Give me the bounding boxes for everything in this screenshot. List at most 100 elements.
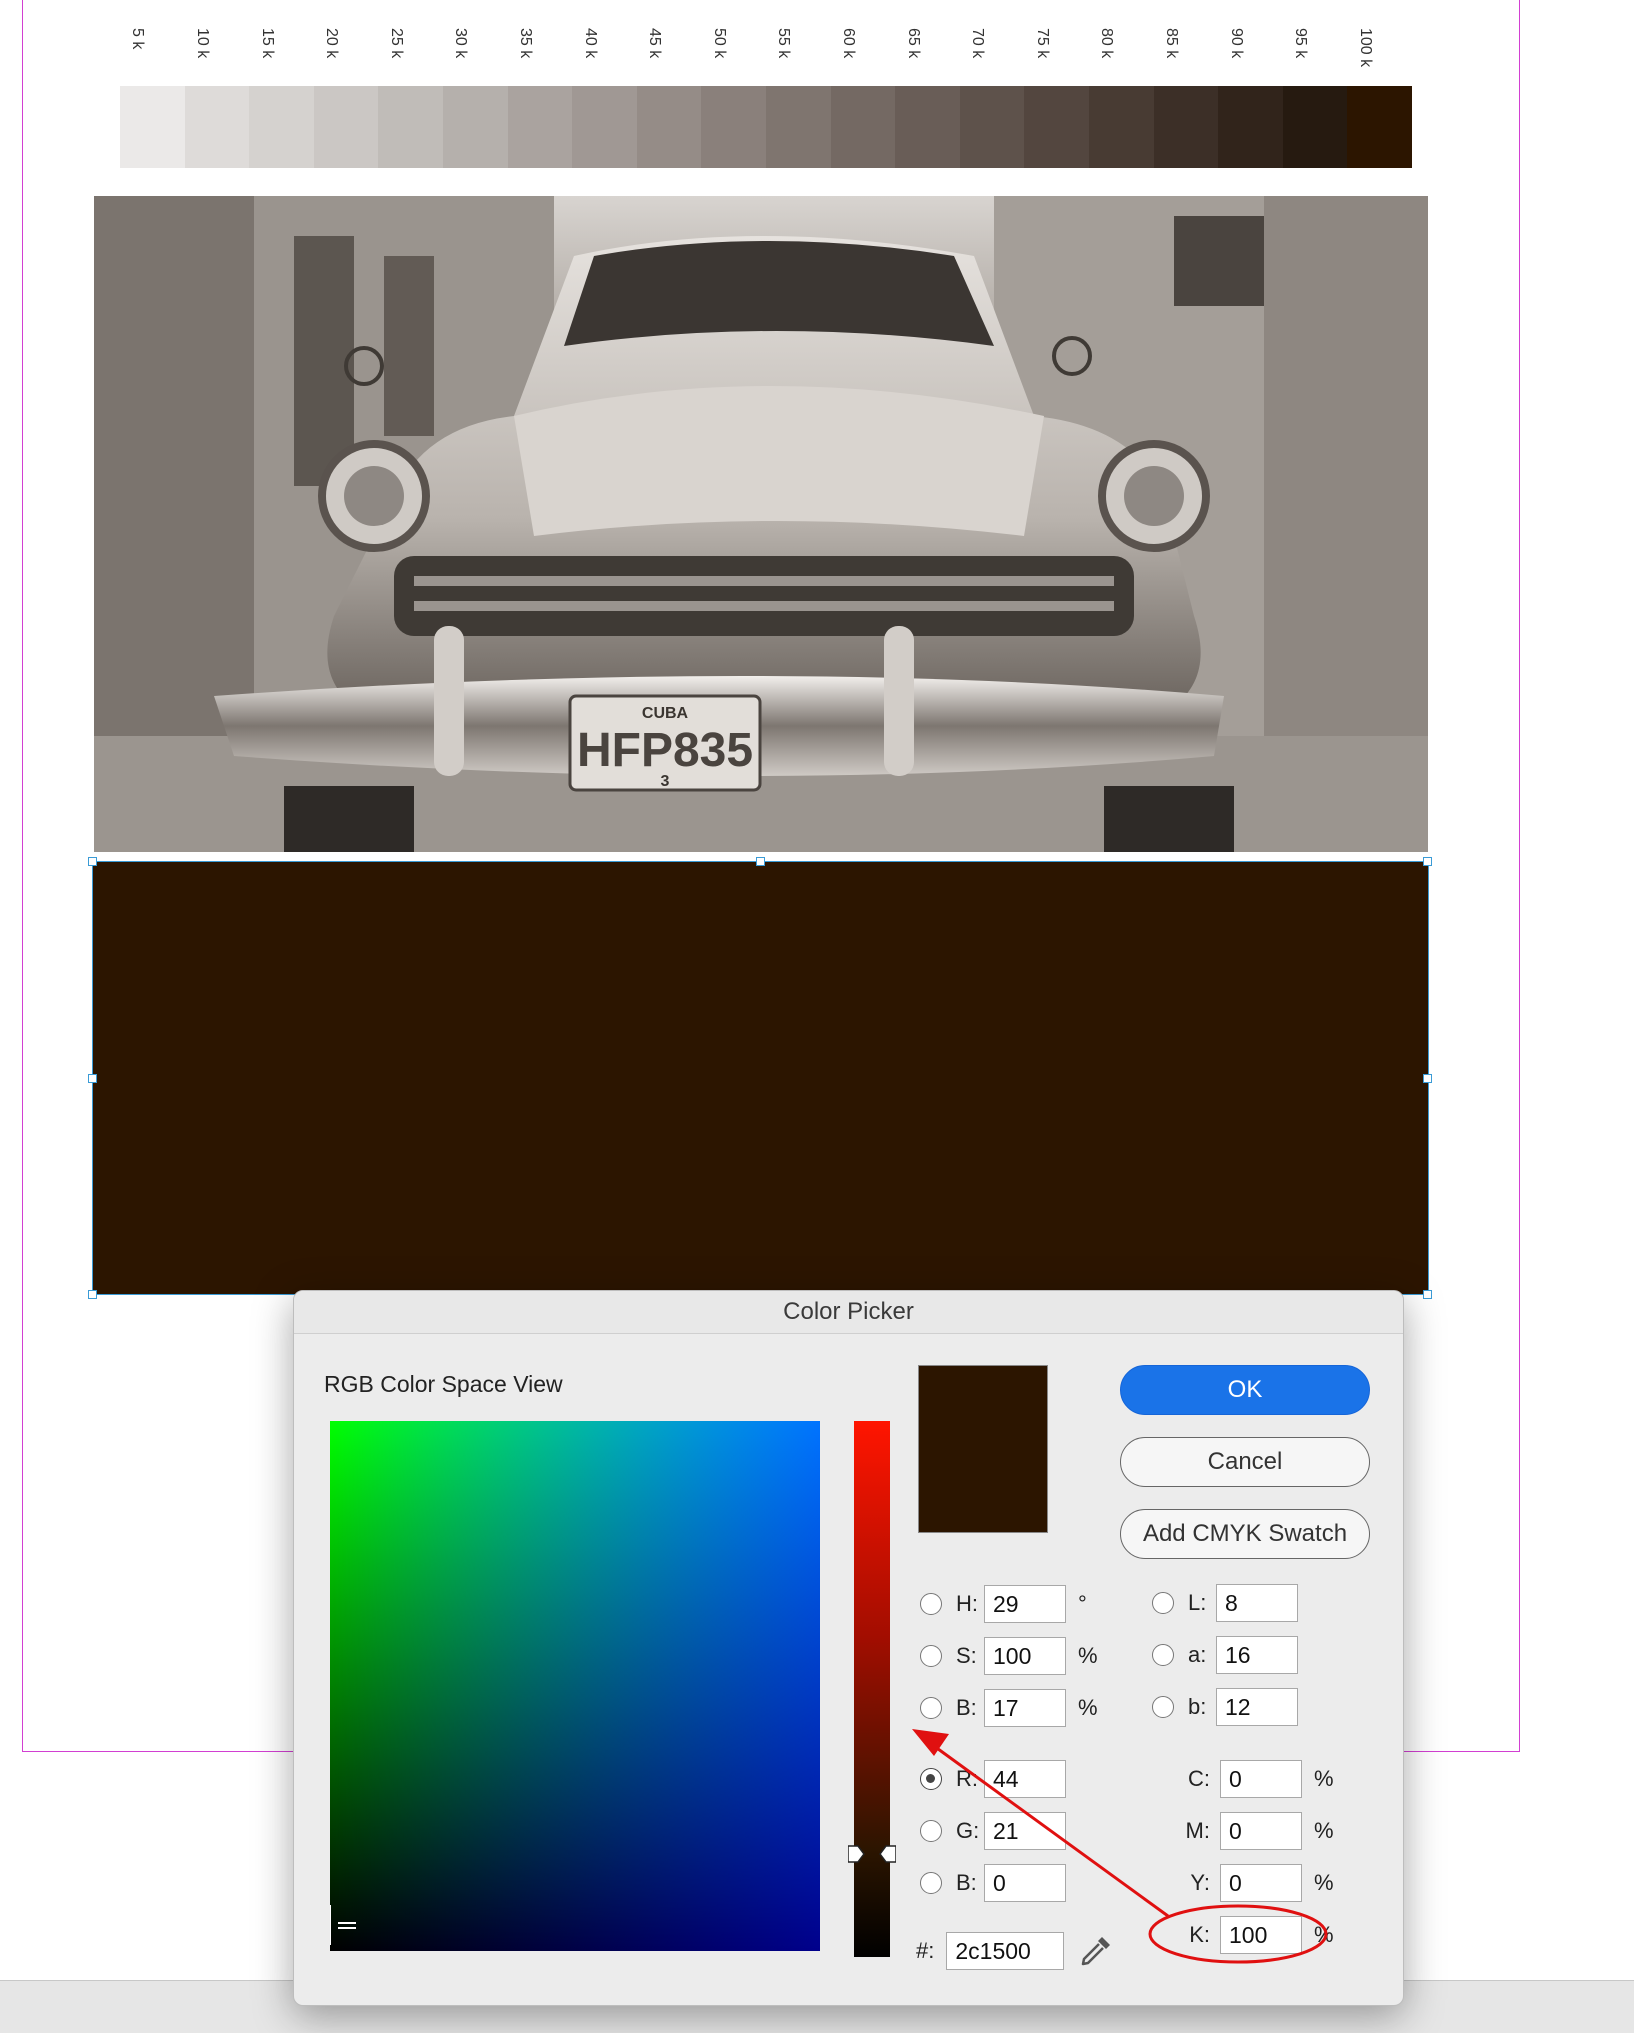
saturation-radio[interactable] [920,1645,942,1667]
saturation-field[interactable] [984,1637,1066,1675]
dialog-titlebar[interactable]: Color Picker [294,1291,1403,1334]
tone-ramp-label: 70 k [960,28,1024,88]
hue-unit: ° [1078,1591,1087,1616]
magenta-unit: % [1314,1818,1334,1843]
lab-a-field[interactable] [1216,1636,1298,1674]
selection-handle-top-center[interactable] [756,857,765,866]
tone-ramp-swatch [1218,86,1283,168]
blue-radio[interactable] [920,1872,942,1894]
selection-handle-middle-right[interactable] [1423,1074,1432,1083]
lab-l-field[interactable] [1216,1584,1298,1622]
tone-ramp-label: 50 k [702,28,766,88]
plate-number-text: HFP835 [577,724,753,777]
tone-ramp-label-text: 95 k [1292,28,1310,59]
red-field[interactable] [984,1760,1066,1798]
dialog-title: Color Picker [783,1298,914,1325]
slider-marker[interactable] [848,1844,896,1864]
tone-ramp-label: 30 k [443,28,507,88]
yellow-field[interactable] [1220,1864,1302,1902]
tone-ramp-swatch [636,86,702,168]
tone-ramp-swatch [507,86,573,168]
lab-b-row: b: [1152,1687,1298,1727]
lab-l-row: L: [1152,1583,1298,1623]
color-preview-swatch [918,1365,1048,1533]
tone-ramp-label: 45 k [637,28,701,88]
tone-ramp-swatch [572,86,637,168]
car-photo[interactable]: CUBA HFP835 3 [94,196,1428,852]
brightness-radio[interactable] [920,1697,942,1719]
eyedropper-icon[interactable] [1078,1933,1114,1969]
hex-label: #: [916,1938,935,1963]
green-field[interactable] [984,1812,1066,1850]
tone-ramp-label-text: 40 k [581,28,599,59]
magenta-row: M: % [1172,1811,1334,1851]
green-radio[interactable] [920,1820,942,1842]
tone-ramp-label: 20 k [314,28,378,88]
selection-handle-bottom-right[interactable] [1423,1290,1432,1299]
color-picker-dialog: Color Picker RGB Color Space View OK Can… [293,1290,1404,2006]
lab-b-label: b: [1188,1694,1207,1719]
blue-row: B: [920,1863,1066,1903]
tone-ramp-label-text: 60 k [839,28,857,59]
tone-ramp-label: 65 k [896,28,960,88]
selection-handle-middle-left[interactable] [88,1074,97,1083]
tone-ramp-swatch [1282,86,1348,168]
tone-ramp-swatch [1347,86,1412,168]
cyan-unit: % [1314,1766,1334,1791]
hue-label: H: [956,1591,978,1616]
yellow-unit: % [1314,1870,1334,1895]
tone-ramp-label: 25 k [379,28,443,88]
brightness-row: B: % [920,1688,1098,1728]
red-label: R: [956,1766,978,1791]
selection-handle-top-right[interactable] [1423,857,1432,866]
tone-ramp-label: 10 k [185,28,249,88]
selection-handle-top-left[interactable] [88,857,97,866]
tone-ramp-label-text: 100 k [1356,28,1374,68]
magenta-field[interactable] [1220,1812,1302,1850]
blue-label: B: [956,1870,977,1895]
brightness-field[interactable] [984,1689,1066,1727]
page-margin-right-guide [1519,0,1520,1752]
cyan-row: C: % [1172,1759,1334,1799]
tone-ramp-label-text: 10 k [193,28,211,59]
color-field[interactable] [330,1421,820,1951]
black-field[interactable] [1220,1916,1302,1954]
tone-ramp-label-text: 80 k [1098,28,1116,59]
saturation-row: S: % [920,1636,1098,1676]
red-radio[interactable] [920,1768,942,1790]
lab-b-field[interactable] [1216,1688,1298,1726]
tone-ramp-swatch [1153,86,1219,168]
magenta-label: M: [1185,1818,1210,1843]
tone-ramp-swatch [313,86,379,168]
annotation-arrow-head [912,1729,949,1756]
add-cmyk-swatch-button[interactable]: Add CMYK Swatch [1120,1509,1370,1559]
tone-ramp[interactable] [120,86,1412,168]
ok-button[interactable]: OK [1120,1365,1370,1415]
cyan-field[interactable] [1220,1760,1302,1798]
hex-field[interactable] [946,1932,1065,1970]
car-illustration: CUBA HFP835 3 [94,196,1428,852]
lab-l-label: L: [1188,1590,1207,1615]
hex-row: #: [916,1931,1114,1971]
blue-field[interactable] [984,1864,1066,1902]
tone-ramp-swatch [959,86,1025,168]
tone-ramp-label: 90 k [1219,28,1283,88]
selection-handle-bottom-left[interactable] [88,1290,97,1299]
lab-l-radio[interactable] [1152,1592,1174,1614]
plate-top-text: CUBA [642,705,689,722]
cancel-button[interactable]: Cancel [1120,1437,1370,1487]
tone-ramp-label: 80 k [1089,28,1153,88]
lab-b-radio[interactable] [1152,1696,1174,1718]
tone-ramp-swatch [701,86,766,168]
cyan-label: C: [1188,1766,1210,1791]
lab-a-radio[interactable] [1152,1644,1174,1666]
black-row: K: % [1172,1915,1334,1955]
color-slider[interactable] [854,1421,890,1957]
color-field-cursor[interactable] [330,1905,360,1945]
hue-field[interactable] [984,1585,1066,1623]
saturation-label: S: [956,1643,977,1668]
hue-radio[interactable] [920,1593,942,1615]
color-field-gradient [330,1421,820,1951]
tone-ramp-label-text: 15 k [258,28,276,59]
selected-color-frame[interactable] [92,861,1429,1295]
